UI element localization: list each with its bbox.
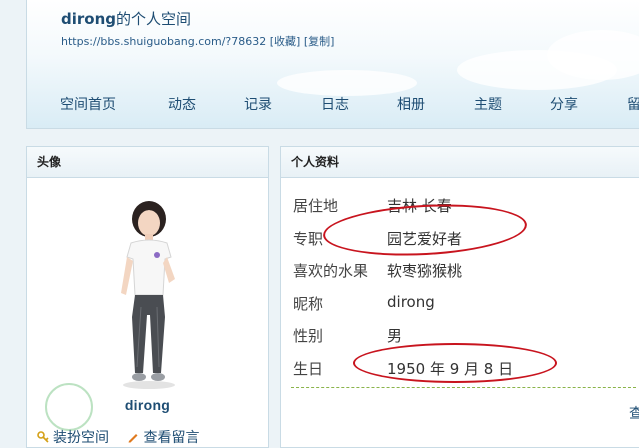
nav-item-feed[interactable]: 动态	[168, 94, 196, 114]
section-divider	[291, 387, 636, 388]
space-header: dirong的个人空间 https://bbs.shuiguobang.com/…	[26, 0, 639, 129]
profile-panel: 个人资料 居住地 吉林 长春 专职 园艺爱好者 喜欢的水果 软枣猕猴桃 昵称 d…	[280, 146, 639, 448]
favorite-link[interactable]: [收藏]	[270, 35, 301, 48]
nav-item-records[interactable]: 记录	[244, 94, 272, 114]
field-label: 喜欢的水果	[293, 262, 369, 280]
page-title: dirong的个人空间	[61, 8, 191, 29]
field-value: 男	[387, 327, 403, 345]
avatar-image[interactable]	[97, 197, 197, 397]
field-value: 软枣猕猴桃	[387, 262, 463, 280]
profile-panel-title: 个人资料	[281, 147, 639, 178]
annotation-circle-birthday	[353, 343, 557, 383]
nav-item-share[interactable]: 分享	[550, 94, 578, 114]
view-messages-label: 查看留言	[143, 430, 200, 446]
field-value: dirong	[387, 292, 435, 311]
field-label: 性别	[293, 327, 324, 345]
decorate-space-label: 装扮空间	[53, 430, 109, 446]
avatar-panel-title: 头像	[27, 147, 268, 178]
space-url-line: https://bbs.shuiguobang.com/?78632 [收藏] …	[61, 33, 334, 49]
nav-item-blog[interactable]: 日志	[321, 94, 349, 114]
profile-row-nickname: 昵称 dirong	[293, 289, 633, 322]
space-nav: 空间首页 动态 记录 日志 相册 主题 分享 留	[27, 94, 639, 116]
space-title-suffix: 的个人空间	[116, 10, 192, 28]
pencil-icon	[128, 434, 138, 443]
decorate-space-link[interactable]: 装扮空间	[37, 430, 113, 446]
nav-item-topics[interactable]: 主题	[474, 94, 502, 114]
avatar-actions: 装扮空间 查看留言	[37, 427, 213, 447]
space-owner-name[interactable]: dirong	[61, 10, 116, 28]
nav-item-album[interactable]: 相册	[397, 94, 425, 114]
avatar-username[interactable]: dirong	[27, 397, 268, 413]
field-label: 昵称	[293, 294, 324, 313]
cloud-decoration	[277, 70, 417, 96]
avatar-panel: 头像 dirong 装扮空间 查看留言	[26, 146, 269, 448]
field-label: 居住地	[293, 197, 339, 215]
avatar-figure	[121, 201, 175, 389]
profile-row-favorite-fruit: 喜欢的水果 软枣猕猴桃	[293, 256, 633, 289]
nav-item-guestbook[interactable]: 留	[627, 94, 639, 114]
view-more-link[interactable]: 查	[629, 403, 639, 423]
copy-link[interactable]: [复制]	[304, 35, 335, 48]
space-url[interactable]: https://bbs.shuiguobang.com/?78632	[61, 35, 266, 48]
field-label: 专职	[293, 229, 324, 248]
key-icon	[37, 431, 49, 443]
view-messages-link[interactable]: 查看留言	[127, 430, 199, 446]
field-label: 生日	[293, 359, 324, 378]
nav-item-home[interactable]: 空间首页	[60, 94, 116, 114]
